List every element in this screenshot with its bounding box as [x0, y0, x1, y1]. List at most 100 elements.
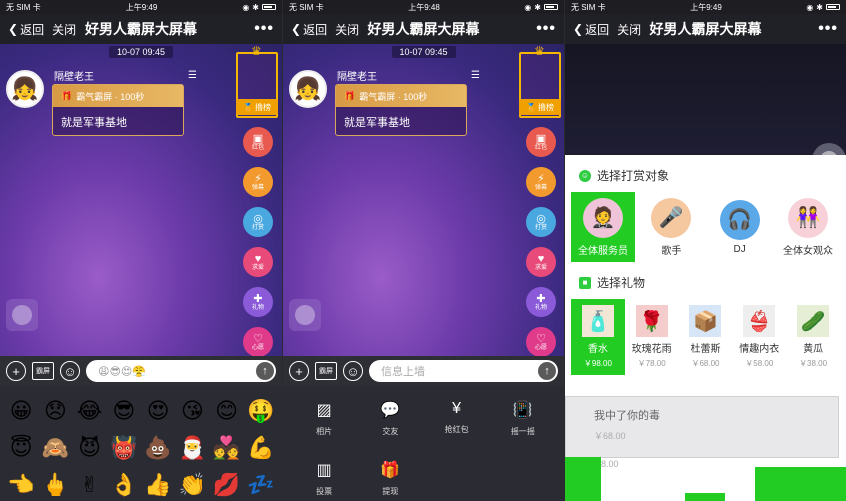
emoji-item[interactable]: 🙈 [38, 433, 72, 464]
reward-button[interactable]: ◎ 打赏 [243, 207, 273, 237]
vote-function[interactable]: ▥ 投票 [291, 460, 357, 501]
heart-icon: ♥ [537, 252, 545, 265]
emoji-item[interactable]: 😎 [107, 396, 141, 427]
close-button[interactable]: 关闭 [335, 21, 359, 38]
leaderboard-label: 撸榜 [537, 102, 554, 112]
plus-icon[interactable]: + [289, 361, 309, 381]
emoji-item[interactable]: 💤 [244, 470, 278, 501]
avatar[interactable]: 👧 [6, 70, 44, 108]
close-button[interactable]: 关闭 [52, 21, 76, 38]
back-label: 返回 [585, 22, 610, 37]
live-stage: 10-07 09:45 👧 隔壁老王 ☰ 🎁 霸气霸屏 · 100秒 就是军事基… [283, 44, 564, 357]
back-button[interactable]: ❮ 返回 [291, 21, 327, 38]
list-icon[interactable]: ☰ [188, 70, 197, 81]
reward-button[interactable]: ◎ 打赏 [526, 207, 556, 237]
floating-assistive-touch[interactable] [289, 299, 321, 331]
gift-perfume[interactable]: 🧴 香水 ￥98.00 [571, 299, 625, 375]
leaderboard-button[interactable]: 🏅 撸榜 [236, 99, 278, 115]
message-input[interactable]: 😩😎😍😤 ↑ [86, 360, 276, 382]
more-menu-icon[interactable]: ••• [536, 20, 556, 38]
gift-banner: 🎁 霸气霸屏 · 100秒 [53, 85, 183, 107]
emoji-item[interactable]: 🎅 [175, 433, 209, 464]
emoji-item[interactable]: 😈 [73, 433, 107, 464]
crown-icon: ♛ [534, 44, 545, 58]
send-arrow-icon[interactable]: ↑ [256, 362, 274, 380]
gift-button[interactable]: ✚ 礼物 [243, 287, 273, 317]
carrier-label: 无 SIM 卡 [6, 2, 41, 12]
emoji-item[interactable]: 👍 [141, 470, 175, 501]
gift-cucumber[interactable]: 🥒 黄瓜 ￥38.00 [786, 299, 840, 375]
bluetooth-icon: ✱ [252, 2, 259, 12]
emoji-item[interactable]: ✌ [73, 470, 107, 501]
target-label: 全体服务员 [578, 245, 628, 257]
photo-function[interactable]: ▨ 相片 [291, 400, 357, 442]
red-packet-label: 红包 [534, 144, 547, 151]
gift-durex[interactable]: 📦 杜蕾斯 ￥68.00 [679, 299, 733, 375]
gift-lingerie[interactable]: 👙 情趣内衣 ￥58.00 [732, 299, 786, 375]
emoji-item[interactable]: 🤑 [244, 396, 278, 427]
emoji-item[interactable]: 😂 [73, 396, 107, 427]
message-input[interactable]: 信息上墙 ↑ [369, 360, 558, 382]
love-button[interactable]: ♥ 求爱 [526, 247, 556, 277]
gift-price: ￥78.00 [637, 359, 666, 368]
emoji-item[interactable]: 😀 [4, 396, 38, 427]
wish-button[interactable]: ♡ 心愿 [243, 327, 273, 357]
leaderboard-button[interactable]: 🏅 撸榜 [519, 99, 561, 115]
love-button[interactable]: ♥ 求爱 [243, 247, 273, 277]
gift-rose-rain[interactable]: 🌹 玫瑰花雨 ￥78.00 [625, 299, 679, 375]
target-female-audience[interactable]: 👭 全体女观众 [776, 192, 840, 262]
location-icon: ◉ [806, 2, 814, 12]
emoji-item[interactable]: 👹 [107, 433, 141, 464]
emoji-item[interactable]: 💋 [210, 470, 244, 501]
emoji-toggle-icon[interactable]: ☺ [60, 361, 80, 381]
phone-screen-reward: 无 SIM 卡 上午9:49 ◉ ✱ ❮ 返回 关闭 好男人霸屏大屏幕 ••• … [564, 0, 846, 501]
more-menu-icon[interactable]: ••• [254, 20, 274, 38]
chevron-left-icon: ❮ [8, 22, 19, 36]
close-button[interactable]: 关闭 [617, 21, 641, 38]
target-singer[interactable]: 🎤 歌手 [639, 192, 703, 262]
location-icon: ◉ [524, 2, 532, 12]
red-packet-button[interactable]: ▣ 红包 [526, 127, 556, 157]
emoji-item[interactable]: 👏 [175, 470, 209, 501]
red-packet-label: 红包 [251, 144, 264, 151]
barrage-toggle[interactable]: 霸屏 [315, 362, 337, 380]
emoji-item[interactable]: 😞 [38, 396, 72, 427]
floating-assistive-touch[interactable] [6, 299, 38, 331]
emoji-toggle-icon[interactable]: ☺ [343, 361, 363, 381]
avatar[interactable]: 👧 [289, 70, 327, 108]
target-all-staff[interactable]: 🤵 全体服务员 [571, 192, 635, 262]
barrage-button[interactable]: ⚡ 弹幕 [243, 167, 273, 197]
grab-red-packet-function[interactable]: ¥ 抢红包 [424, 400, 490, 442]
emoji-item[interactable]: 😍 [141, 396, 175, 427]
crown-icon: ♛ [251, 44, 262, 58]
emoji-item[interactable]: 💑 [210, 433, 244, 464]
withdraw-function[interactable]: 🎁 提现 [357, 460, 423, 501]
more-menu-icon[interactable]: ••• [818, 20, 838, 38]
back-button[interactable]: ❮ 返回 [8, 21, 44, 38]
wish-label: 心愿 [534, 344, 547, 351]
emoji-item[interactable]: 👌 [107, 470, 141, 501]
shake-function[interactable]: 📳 摇一摇 [490, 400, 556, 442]
red-packet-button[interactable]: ▣ 红包 [243, 127, 273, 157]
emoji-item[interactable]: 🖕 [38, 470, 72, 501]
send-arrow-icon[interactable]: ↑ [538, 362, 556, 380]
emoji-item[interactable]: 😊 [210, 396, 244, 427]
reward-label: 打赏 [251, 224, 264, 231]
emoji-item[interactable]: 😘 [175, 396, 209, 427]
plus-icon[interactable]: + [6, 361, 26, 381]
emoji-item[interactable]: 💪 [244, 433, 278, 464]
target-label: 歌手 [661, 245, 682, 257]
gift-button[interactable]: ✚ 礼物 [526, 287, 556, 317]
wish-icon: ♡ [536, 332, 546, 345]
emoji-item[interactable]: 💩 [141, 433, 175, 464]
coin-icon: ◎ [253, 212, 263, 225]
target-dj[interactable]: 🎧 DJ [708, 192, 772, 262]
emoji-item[interactable]: 👈 [4, 470, 38, 501]
list-icon[interactable]: ☰ [471, 70, 480, 81]
barrage-toggle[interactable]: 霸屏 [32, 362, 54, 380]
barrage-button[interactable]: ⚡ 弹幕 [526, 167, 556, 197]
back-button[interactable]: ❮ 返回 [573, 21, 609, 38]
friends-function[interactable]: 💬 交友 [357, 400, 423, 442]
emoji-item[interactable]: 😇 [4, 433, 38, 464]
wish-button[interactable]: ♡ 心愿 [526, 327, 556, 357]
